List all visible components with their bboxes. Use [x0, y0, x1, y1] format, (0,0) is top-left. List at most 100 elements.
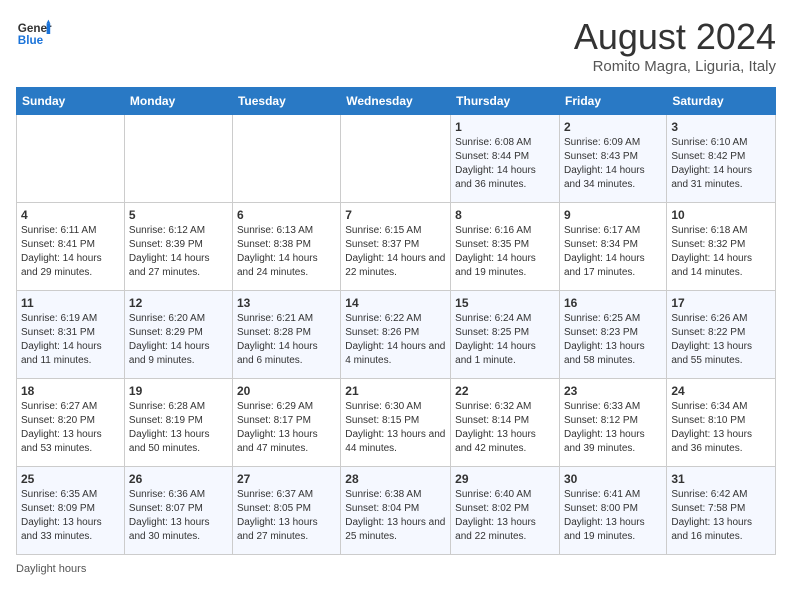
column-header-sunday: Sunday [17, 88, 125, 115]
cell-text: Sunrise: 6:16 AM Sunset: 8:35 PM Dayligh… [455, 224, 555, 280]
day-number: 14 [345, 296, 446, 310]
calendar-cell: 29Sunrise: 6:40 AM Sunset: 8:02 PM Dayli… [451, 467, 560, 555]
cell-text: Sunrise: 6:12 AM Sunset: 8:39 PM Dayligh… [129, 224, 228, 280]
cell-text: Sunrise: 6:37 AM Sunset: 8:05 PM Dayligh… [237, 488, 336, 544]
cell-text: Sunrise: 6:22 AM Sunset: 8:26 PM Dayligh… [345, 312, 446, 368]
day-number: 10 [671, 208, 771, 222]
calendar-header-row: SundayMondayTuesdayWednesdayThursdayFrid… [17, 88, 776, 115]
cell-text: Sunrise: 6:11 AM Sunset: 8:41 PM Dayligh… [21, 224, 120, 280]
day-number: 17 [671, 296, 771, 310]
cell-text: Sunrise: 6:24 AM Sunset: 8:25 PM Dayligh… [455, 312, 555, 368]
calendar-cell: 8 Sunrise: 6:16 AM Sunset: 8:35 PM Daylig… [451, 203, 560, 291]
column-header-tuesday: Tuesday [232, 88, 340, 115]
calendar-cell: 24Sunrise: 6:34 AM Sunset: 8:10 PM Dayli… [667, 379, 776, 467]
calendar-cell: 31 Sunrise: 6:42 AM Sunset: 7:58 PM Dayli… [667, 467, 776, 555]
cell-text: Sunrise: 6:33 AM Sunset: 8:12 PM Dayligh… [564, 400, 662, 456]
cell-text: Sunrise: 6:42 AM Sunset: 7:58 PM Dayligh… [671, 488, 771, 544]
calendar-cell: 10 Sunrise: 6:18 AM Sunset: 8:32 PM Dayli… [667, 203, 776, 291]
calendar-cell: 13Sunrise: 6:21 AM Sunset: 8:28 PM Dayli… [232, 291, 340, 379]
column-header-friday: Friday [560, 88, 667, 115]
calendar-cell: 2Sunrise: 6:09 AM Sunset: 8:43 PM Daylig… [560, 115, 667, 203]
day-number: 5 [129, 208, 228, 222]
logo-icon: General Blue [16, 16, 52, 52]
day-number: 26 [129, 472, 228, 486]
day-number: 15 [455, 296, 555, 310]
day-number: 4 [21, 208, 120, 222]
calendar-week-row: 25 Sunrise: 6:35 AM Sunset: 8:09 PM Dayli… [17, 467, 776, 555]
calendar-week-row: 18 Sunrise: 6:27 AM Sunset: 8:20 PM Dayli… [17, 379, 776, 467]
day-number: 12 [129, 296, 228, 310]
calendar-cell [124, 115, 232, 203]
calendar-week-row: 11 Sunrise: 6:19 AM Sunset: 8:31 PM Dayli… [17, 291, 776, 379]
calendar-cell: 15 Sunrise: 6:24 AM Sunset: 8:25 PM Dayli… [451, 291, 560, 379]
day-number: 22 [455, 384, 555, 398]
cell-text: Sunrise: 6:32 AM Sunset: 8:14 PM Dayligh… [455, 400, 555, 456]
calendar-week-row: 4 Sunrise: 6:11 AM Sunset: 8:41 PM Daylig… [17, 203, 776, 291]
logo: General Blue [16, 16, 52, 52]
calendar-cell [341, 115, 451, 203]
calendar-cell: 3 Sunrise: 6:10 AM Sunset: 8:42 PM Daylig… [667, 115, 776, 203]
calendar-cell: 25 Sunrise: 6:35 AM Sunset: 8:09 PM Dayli… [17, 467, 125, 555]
calendar-cell: 9Sunrise: 6:17 AM Sunset: 8:34 PM Daylig… [560, 203, 667, 291]
cell-text: Sunrise: 6:21 AM Sunset: 8:28 PM Dayligh… [237, 312, 336, 368]
cell-text: Sunrise: 6:19 AM Sunset: 8:31 PM Dayligh… [21, 312, 120, 368]
day-number: 8 [455, 208, 555, 222]
calendar-cell: 30Sunrise: 6:41 AM Sunset: 8:00 PM Dayli… [560, 467, 667, 555]
calendar-cell: 20Sunrise: 6:29 AM Sunset: 8:17 PM Dayli… [232, 379, 340, 467]
calendar-cell: 23 Sunrise: 6:33 AM Sunset: 8:12 PM Dayli… [560, 379, 667, 467]
day-number: 30 [564, 472, 662, 486]
day-number: 11 [21, 296, 120, 310]
title-block: August 2024 Romito Magra, Liguria, Italy [574, 16, 776, 75]
day-number: 28 [345, 472, 446, 486]
day-number: 27 [237, 472, 336, 486]
cell-text: Sunrise: 6:15 AM Sunset: 8:37 PM Dayligh… [345, 224, 446, 280]
cell-text: Sunrise: 6:29 AM Sunset: 8:17 PM Dayligh… [237, 400, 336, 456]
calendar-cell: 22 Sunrise: 6:32 AM Sunset: 8:14 PM Dayli… [451, 379, 560, 467]
day-number: 18 [21, 384, 120, 398]
footer: Daylight hours [16, 563, 776, 575]
day-number: 29 [455, 472, 555, 486]
calendar-cell: 21 Sunrise: 6:30 AM Sunset: 8:15 PM Dayli… [341, 379, 451, 467]
cell-text: Sunrise: 6:30 AM Sunset: 8:15 PM Dayligh… [345, 400, 446, 456]
day-number: 31 [671, 472, 771, 486]
cell-text: Sunrise: 6:35 AM Sunset: 8:09 PM Dayligh… [21, 488, 120, 544]
calendar-cell: 6 Sunrise: 6:13 AM Sunset: 8:38 PM Daylig… [232, 203, 340, 291]
day-number: 1 [455, 120, 555, 134]
day-number: 6 [237, 208, 336, 222]
calendar-cell: 11 Sunrise: 6:19 AM Sunset: 8:31 PM Dayli… [17, 291, 125, 379]
calendar-cell [232, 115, 340, 203]
cell-text: Sunrise: 6:13 AM Sunset: 8:38 PM Dayligh… [237, 224, 336, 280]
calendar-cell: 19Sunrise: 6:28 AM Sunset: 8:19 PM Dayli… [124, 379, 232, 467]
calendar-cell: 27 Sunrise: 6:37 AM Sunset: 8:05 PM Dayli… [232, 467, 340, 555]
column-header-saturday: Saturday [667, 88, 776, 115]
column-header-monday: Monday [124, 88, 232, 115]
month-title: August 2024 [574, 16, 776, 58]
cell-text: Sunrise: 6:08 AM Sunset: 8:44 PM Dayligh… [455, 136, 555, 192]
day-number: 9 [564, 208, 662, 222]
calendar-week-row: 1 Sunrise: 6:08 AM Sunset: 8:44 PM Daylig… [17, 115, 776, 203]
calendar-cell: 17Sunrise: 6:26 AM Sunset: 8:22 PM Dayli… [667, 291, 776, 379]
daylight-label: Daylight hours [16, 563, 86, 575]
day-number: 3 [671, 120, 771, 134]
day-number: 25 [21, 472, 120, 486]
day-number: 23 [564, 384, 662, 398]
cell-text: Sunrise: 6:20 AM Sunset: 8:29 PM Dayligh… [129, 312, 228, 368]
cell-text: Sunrise: 6:38 AM Sunset: 8:04 PM Dayligh… [345, 488, 446, 544]
calendar-cell: 18 Sunrise: 6:27 AM Sunset: 8:20 PM Dayli… [17, 379, 125, 467]
cell-text: Sunrise: 6:25 AM Sunset: 8:23 PM Dayligh… [564, 312, 662, 368]
calendar-cell: 28 Sunrise: 6:38 AM Sunset: 8:04 PM Dayli… [341, 467, 451, 555]
day-number: 21 [345, 384, 446, 398]
svg-text:Blue: Blue [18, 34, 44, 47]
day-number: 16 [564, 296, 662, 310]
cell-text: Sunrise: 6:18 AM Sunset: 8:32 PM Dayligh… [671, 224, 771, 280]
calendar-cell: 16 Sunrise: 6:25 AM Sunset: 8:23 PM Dayli… [560, 291, 667, 379]
cell-text: Sunrise: 6:10 AM Sunset: 8:42 PM Dayligh… [671, 136, 771, 192]
day-number: 7 [345, 208, 446, 222]
day-number: 24 [671, 384, 771, 398]
calendar-cell: 4 Sunrise: 6:11 AM Sunset: 8:41 PM Daylig… [17, 203, 125, 291]
calendar-table: SundayMondayTuesdayWednesdayThursdayFrid… [16, 87, 776, 555]
column-header-wednesday: Wednesday [341, 88, 451, 115]
cell-text: Sunrise: 6:27 AM Sunset: 8:20 PM Dayligh… [21, 400, 120, 456]
cell-text: Sunrise: 6:36 AM Sunset: 8:07 PM Dayligh… [129, 488, 228, 544]
cell-text: Sunrise: 6:28 AM Sunset: 8:19 PM Dayligh… [129, 400, 228, 456]
